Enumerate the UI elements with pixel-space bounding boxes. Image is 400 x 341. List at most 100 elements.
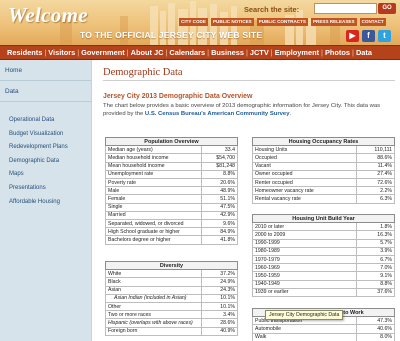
table-row: Foreign born 40.9% xyxy=(105,326,238,336)
row-label: Poverty rate xyxy=(105,178,202,188)
table-row: Median household income $54,700 xyxy=(105,153,238,163)
table-row: Two or more races 3.4% xyxy=(105,310,238,320)
nav-business[interactable]: Business xyxy=(211,48,244,57)
row-value: 84.9% xyxy=(201,227,238,237)
welcome-logo[interactable]: Welcome xyxy=(8,3,88,28)
nav-photos[interactable]: Photos xyxy=(325,48,350,57)
page-title: Demographic Data xyxy=(103,67,183,78)
youtube-icon[interactable]: ▶ xyxy=(346,30,359,42)
table-row: Homeowner vacancy rate 2.2% xyxy=(252,186,395,196)
row-value: 3.4% xyxy=(201,310,238,320)
table-row: Bachelors degree or higher 41.8% xyxy=(105,235,238,245)
row-value: 6.7% xyxy=(355,255,396,265)
row-label: Homeowner vacancy rate xyxy=(252,186,357,196)
row-label: Automobile xyxy=(252,324,357,334)
table-row: 1980-1989 3.9% xyxy=(252,246,396,257)
top-link-public-notices[interactable]: PUBLIC NOTICES xyxy=(210,18,254,26)
row-value: 72.6% xyxy=(356,178,395,188)
sidebar-section-data[interactable]: Data xyxy=(0,81,91,102)
table-row: Asian Indian (included in Asian) 10.1% xyxy=(105,293,238,304)
row-label: Housing Units xyxy=(252,145,357,155)
sidebar-item-maps[interactable]: Maps xyxy=(0,168,91,182)
search-input[interactable] xyxy=(314,3,377,14)
nav-residents[interactable]: Residents xyxy=(7,48,42,57)
table-row: Owner occupied 27.4% xyxy=(252,169,395,180)
top-link-contact[interactable]: CONTACT xyxy=(359,18,386,26)
row-label: White xyxy=(105,269,202,279)
sidebar-item-demographic-data[interactable]: Demographic Data xyxy=(0,155,91,169)
row-label: 1990-1999 xyxy=(252,238,357,248)
nav-calendars[interactable]: Calendars xyxy=(169,48,205,57)
row-value: 24.9% xyxy=(201,277,238,287)
row-label: Asian xyxy=(105,285,202,295)
sidebar-item-affordable-housing[interactable]: Affordable Housing xyxy=(0,196,91,210)
row-label: 1970-1979 xyxy=(252,255,357,265)
top-link-press-releases[interactable]: PRESS RELEASES xyxy=(310,18,357,26)
nav-government[interactable]: Government xyxy=(81,48,125,57)
search-go-button[interactable]: GO xyxy=(378,3,396,14)
row-value: 5.7% xyxy=(355,238,396,248)
table-row: 1940-1949 8.8% xyxy=(252,279,396,289)
social-links: ▶ f t xyxy=(346,30,391,42)
site-header: Welcome TO THE OFFICIAL JERSEY CITY WEB … xyxy=(0,0,400,45)
row-value: 10.1% xyxy=(201,302,238,312)
diversity-table: Diversity White 37.2% Black 24.9% Asian 24.3% A… xyxy=(105,260,238,336)
row-label: 1960-1969 xyxy=(252,263,357,273)
table-row: Black 24.9% xyxy=(105,277,238,287)
table-row: Asian 24.3% xyxy=(105,285,238,295)
search-label: Search the site: xyxy=(244,5,300,14)
row-label: Separated, widowed, or divorced xyxy=(105,218,202,229)
row-label: Asian Indian (included in Asian) xyxy=(105,293,202,304)
row-value: 1.8% xyxy=(355,222,396,232)
row-label: 2010 or later xyxy=(252,222,357,232)
twitter-icon[interactable]: t xyxy=(378,30,391,42)
table-row: 1939 or earlier 37.6% xyxy=(252,287,396,297)
row-value: $81,248 xyxy=(201,161,238,171)
row-label: Renter occupied xyxy=(252,178,357,188)
row-value: 40.6% xyxy=(356,324,395,334)
table-row: Poverty rate 20.6% xyxy=(105,178,238,188)
row-label: Walk xyxy=(252,332,357,341)
nav-data[interactable]: Data xyxy=(356,48,372,57)
row-value: 9.6% xyxy=(201,218,238,229)
row-label: Single xyxy=(105,202,202,212)
row-value: 20.6% xyxy=(201,178,238,188)
nav-jctv[interactable]: JCTV xyxy=(250,48,269,57)
table-row: Unemployment rate 8.8% xyxy=(105,169,238,180)
tooltip: Jersey City Demographic Data xyxy=(265,310,344,320)
sidebar-item-budget-visualization[interactable]: Budget Visualization xyxy=(0,128,91,142)
table-row: Automobile 40.6% xyxy=(252,324,395,334)
table-row: 1990-1999 5.7% xyxy=(252,238,396,248)
row-label: Bachelors degree or higher xyxy=(105,235,202,245)
row-label: Vacant xyxy=(252,161,357,171)
row-value: 8.8% xyxy=(355,279,396,289)
nav-employment[interactable]: Employment xyxy=(275,48,319,57)
top-link-city-code[interactable]: CITY CODE xyxy=(179,18,208,26)
row-value: 28.6% xyxy=(201,318,238,328)
sidebar-home[interactable]: Home xyxy=(0,60,91,81)
row-label: Median age (years) xyxy=(105,145,202,155)
population-overview-table: Population Overview Median age (years) 33.… xyxy=(105,136,238,245)
sidebar: Home Data Operational Data Budget Visual… xyxy=(0,60,92,341)
census-source-link[interactable]: U.S. Census Bureau's American Community … xyxy=(145,111,290,117)
sidebar-list: Operational Data Budget Visualization Re… xyxy=(0,102,91,209)
sidebar-item-presentations[interactable]: Presentations xyxy=(0,182,91,196)
row-value: 40.9% xyxy=(201,326,238,336)
row-value: 2.2% xyxy=(356,186,395,196)
top-link-public-contracts[interactable]: PUBLIC CONTRACTS xyxy=(256,18,308,26)
row-value: $54,700 xyxy=(201,153,238,163)
nav-about-jc[interactable]: About JC xyxy=(131,48,164,57)
sidebar-item-operational-data[interactable]: Operational Data xyxy=(0,114,91,128)
facebook-icon[interactable]: f xyxy=(362,30,375,42)
nav-visitors[interactable]: Visitors xyxy=(48,48,75,57)
row-value: 27.4% xyxy=(356,169,395,180)
housing-occupancy-table: Housing Occupancy Rates Housing Units 110,… xyxy=(252,136,395,204)
table-row: 2010 or later 1.8% xyxy=(252,222,396,232)
row-label: Male xyxy=(105,186,202,196)
row-value: 41.8% xyxy=(201,235,238,245)
sidebar-item-redevelopment-plans[interactable]: Redevelopment Plans xyxy=(0,141,91,155)
row-value: 51.1% xyxy=(201,194,238,204)
row-label: Hispanic (overlaps with above races) xyxy=(105,318,202,328)
table-row: 1950-1959 9.1% xyxy=(252,271,396,281)
table-header: Diversity xyxy=(105,260,238,271)
